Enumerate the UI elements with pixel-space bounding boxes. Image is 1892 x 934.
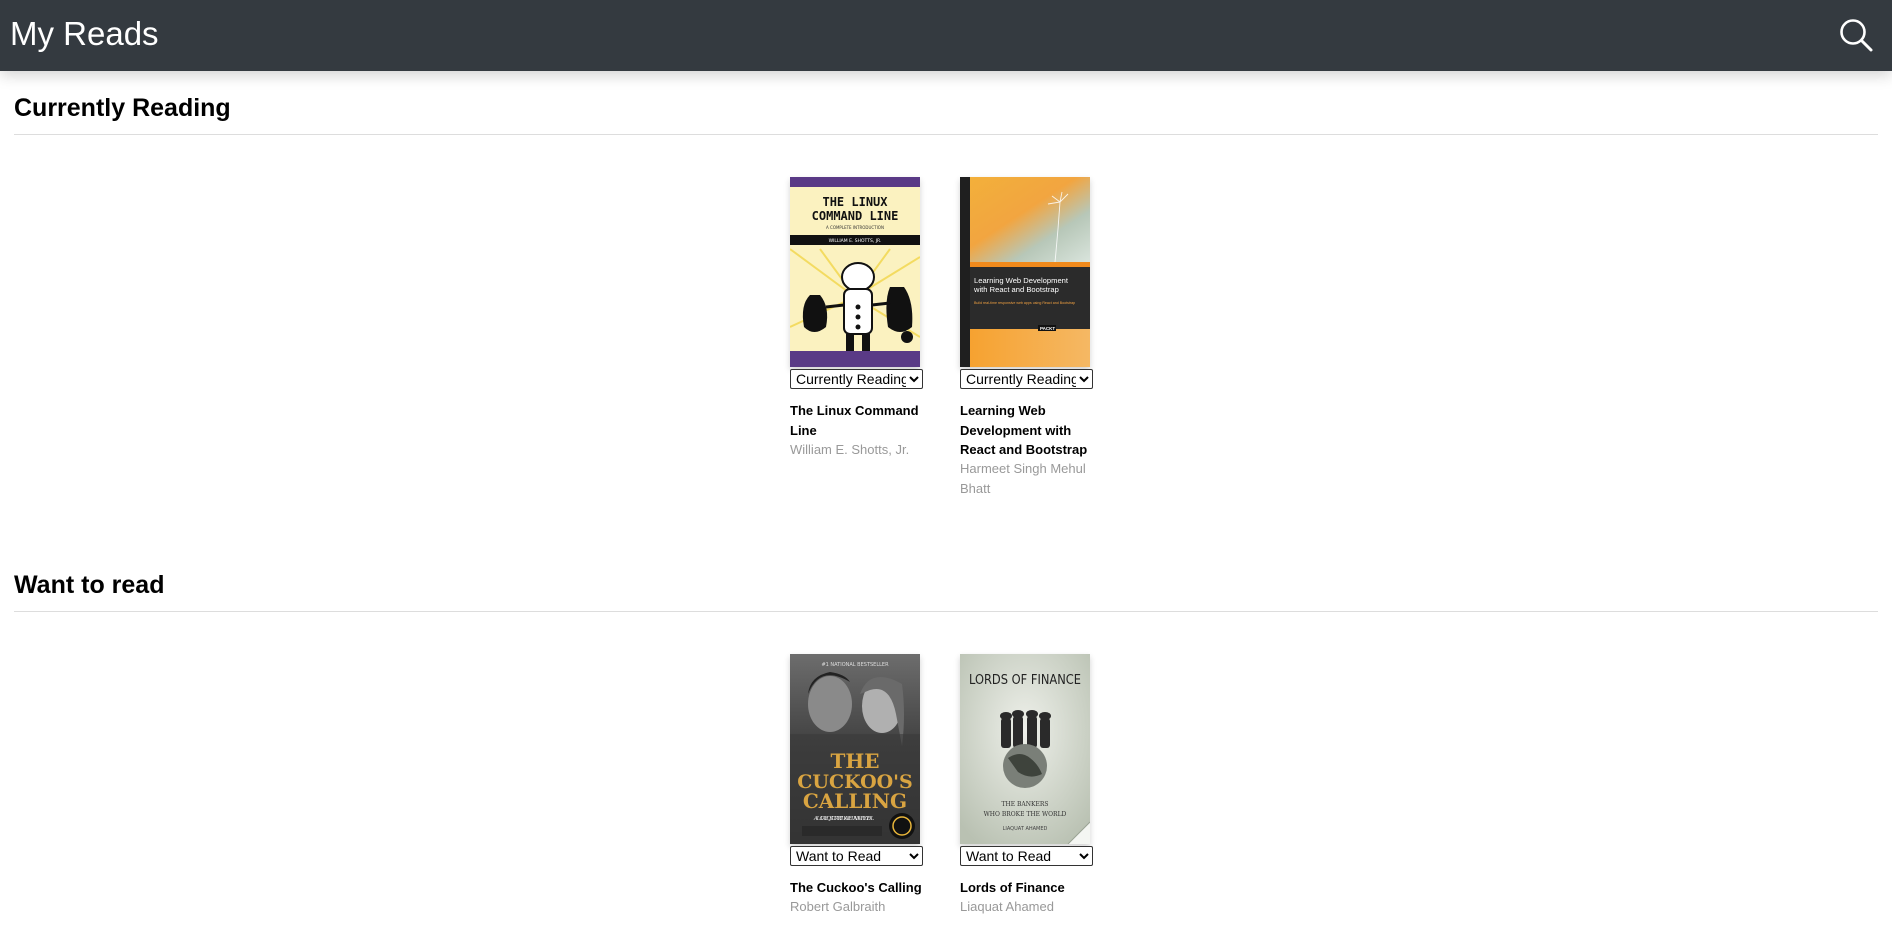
svg-text:A COMPLETE INTRODUCTION: A COMPLETE INTRODUCTION: [826, 225, 884, 230]
book-cover[interactable]: LORDS OF FINANCE THE BANKERS WHO BROKE T…: [960, 654, 1090, 844]
cuckoo-cover-art: #1 NATIONAL BESTSELLER THE CUCKOO'S CALL…: [790, 654, 920, 844]
shelf-select[interactable]: Currently Reading: [790, 369, 923, 389]
shelf-select[interactable]: Currently Reading: [960, 369, 1093, 389]
svg-text:PACKT: PACKT: [1040, 326, 1055, 331]
book-authors: William E. Shotts, Jr.: [790, 442, 910, 457]
book-card: Learning Web Development with React and …: [960, 177, 1096, 507]
svg-text:with React and Bootstrap: with React and Bootstrap: [973, 285, 1059, 294]
book-title: The Linux Command Line: [790, 403, 919, 438]
svg-text:#1 NATIONAL BESTSELLER: #1 NATIONAL BESTSELLER: [821, 662, 889, 668]
svg-text:LORDS OF FINANCE: LORDS OF FINANCE: [969, 673, 1081, 688]
top-bar: My Reads: [0, 0, 1892, 71]
book-authors: Harmeet Singh Mehul Bhatt: [960, 461, 1086, 496]
app-title: My Reads: [10, 15, 159, 52]
svg-text:WILLIAM E. SHOTTS, JR.: WILLIAM E. SHOTTS, JR.: [829, 238, 882, 244]
svg-text:LIAQUAT AHAMED: LIAQUAT AHAMED: [1003, 826, 1048, 832]
book-cover[interactable]: THE LINUX COMMAND LINE A COMPLETE INTROD…: [790, 177, 920, 367]
lords-cover-art: LORDS OF FINANCE THE BANKERS WHO BROKE T…: [960, 654, 1090, 844]
book-authors: Liaquat Ahamed: [960, 899, 1054, 914]
svg-text:COMMAND LINE: COMMAND LINE: [812, 209, 899, 223]
svg-text:A CB STRIKE NOVEL: A CB STRIKE NOVEL: [813, 816, 875, 822]
book-title: Lords of Finance: [960, 880, 1065, 895]
book-card: THE LINUX COMMAND LINE A COMPLETE INTROD…: [790, 177, 926, 507]
svg-text:CALLING: CALLING: [803, 789, 907, 813]
shelf-divider: [14, 134, 1878, 135]
book-title: Learning Web Development with React and …: [960, 403, 1088, 457]
shelf-select[interactable]: Want to Read: [960, 846, 1093, 866]
shelf-want-to-read: Want to read #1 NATIONAL BESTSELLER THE …: [14, 565, 1878, 929]
book-authors: Robert Galbraith: [790, 899, 886, 914]
svg-text:THE: THE: [830, 749, 879, 773]
react-bootstrap-cover-art: Learning Web Development with React and …: [960, 177, 1090, 367]
shelf-currently-reading: Currently Reading THE LINUX COMMAND LINE…: [14, 88, 1878, 518]
shelf-title: Currently Reading: [14, 94, 231, 122]
svg-text:THE LINUX: THE LINUX: [822, 195, 888, 209]
svg-text:Learning Web Development: Learning Web Development: [974, 276, 1069, 285]
search-button[interactable]: [1837, 16, 1875, 54]
book-cover[interactable]: #1 NATIONAL BESTSELLER THE CUCKOO'S CALL…: [790, 654, 920, 844]
shelf-divider: [14, 611, 1878, 612]
linux-cover-art: THE LINUX COMMAND LINE A COMPLETE INTROD…: [790, 177, 920, 367]
book-card: #1 NATIONAL BESTSELLER THE CUCKOO'S CALL…: [790, 654, 926, 934]
book-title: The Cuckoo's Calling: [790, 880, 922, 895]
shelf-title: Want to read: [14, 571, 165, 599]
svg-text:WHO BROKE THE WORLD: WHO BROKE THE WORLD: [984, 811, 1067, 818]
search-icon: [1840, 19, 1873, 52]
svg-text:THE BANKERS: THE BANKERS: [1001, 801, 1048, 808]
book-cover[interactable]: Learning Web Development with React and …: [960, 177, 1090, 367]
book-card: LORDS OF FINANCE THE BANKERS WHO BROKE T…: [960, 654, 1096, 934]
shelf-select[interactable]: Want to Read: [790, 846, 923, 866]
svg-text:Build real-time responsive web: Build real-time responsive web apps usin…: [974, 301, 1075, 305]
